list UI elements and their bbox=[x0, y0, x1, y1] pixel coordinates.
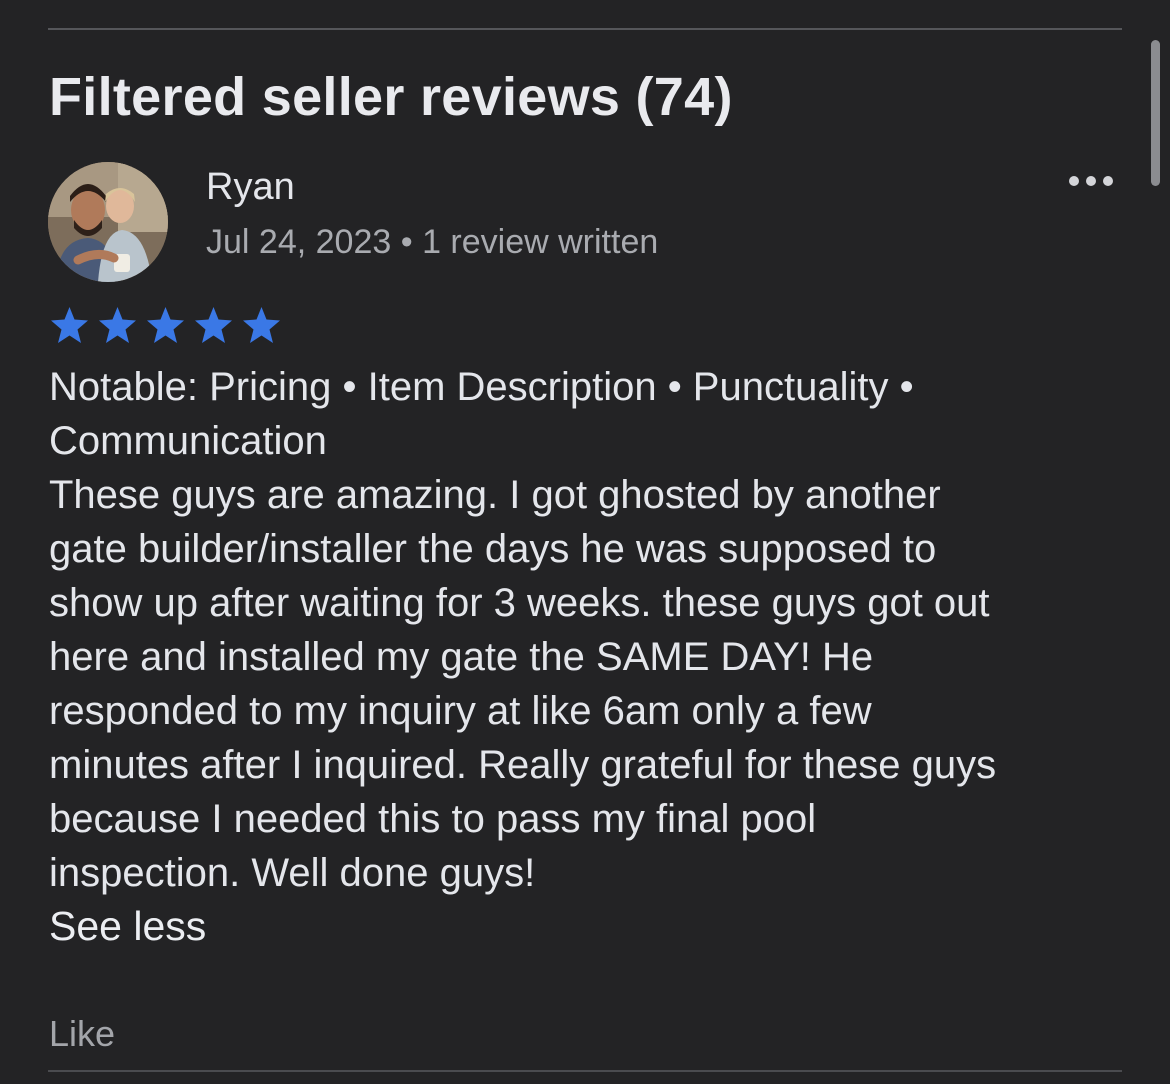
review-text-line: These guys are amazing. I got ghosted by… bbox=[49, 473, 941, 517]
avatar-photo bbox=[48, 162, 168, 282]
see-less-button[interactable]: See less bbox=[49, 903, 206, 950]
scrollbar-thumb[interactable] bbox=[1151, 40, 1160, 186]
review-text-line: gate builder/installer the days he was s… bbox=[49, 527, 937, 571]
reviews-written-count[interactable]: 1 review written bbox=[422, 223, 658, 261]
star-icon bbox=[99, 307, 136, 343]
review-meta: Jul 24, 2023 • 1 review written bbox=[206, 223, 658, 262]
review-text-line: inspection. Well done guys! bbox=[49, 851, 536, 895]
like-button[interactable]: Like bbox=[49, 1013, 115, 1055]
star-icon bbox=[243, 307, 280, 343]
review-text-line: minutes after I inquired. Really gratefu… bbox=[49, 743, 997, 787]
review-date: Jul 24, 2023 bbox=[206, 223, 392, 261]
more-options-button[interactable] bbox=[1060, 164, 1122, 198]
review-text-line: because I needed this to pass my final p… bbox=[49, 797, 817, 841]
more-horizontal-icon-dot bbox=[1086, 176, 1096, 186]
bottom-divider bbox=[48, 1070, 1122, 1072]
review-text-line: show up after waiting for 3 weeks. these… bbox=[49, 581, 990, 625]
notable-tags-line-1: Notable: Pricing • Item Description • Pu… bbox=[49, 365, 914, 409]
star-icon bbox=[51, 307, 88, 343]
star-icon bbox=[147, 307, 184, 343]
star-rating bbox=[47, 305, 284, 345]
review-text-line: here and installed my gate the SAME DAY!… bbox=[49, 635, 874, 679]
reviewer-name[interactable]: Ryan bbox=[206, 166, 295, 209]
star-icon bbox=[195, 307, 232, 343]
section-title: Filtered seller reviews (74) bbox=[49, 67, 733, 127]
review-body: Notable: Pricing • Item Description • Pu… bbox=[49, 360, 1129, 900]
top-divider bbox=[48, 28, 1122, 30]
reviews-panel: Filtered seller reviews (74) Ryan Jul 24… bbox=[0, 0, 1170, 1084]
review-text-line: responded to my inquiry at like 6am only… bbox=[49, 689, 872, 733]
review-text: These guys are amazing. I got ghosted by… bbox=[49, 468, 1129, 900]
reviewer-avatar[interactable] bbox=[48, 162, 168, 282]
more-horizontal-icon bbox=[1069, 176, 1079, 186]
more-horizontal-icon-dot bbox=[1103, 176, 1113, 186]
meta-separator: • bbox=[400, 223, 413, 261]
notable-tags-line-2: Communication bbox=[49, 419, 327, 463]
